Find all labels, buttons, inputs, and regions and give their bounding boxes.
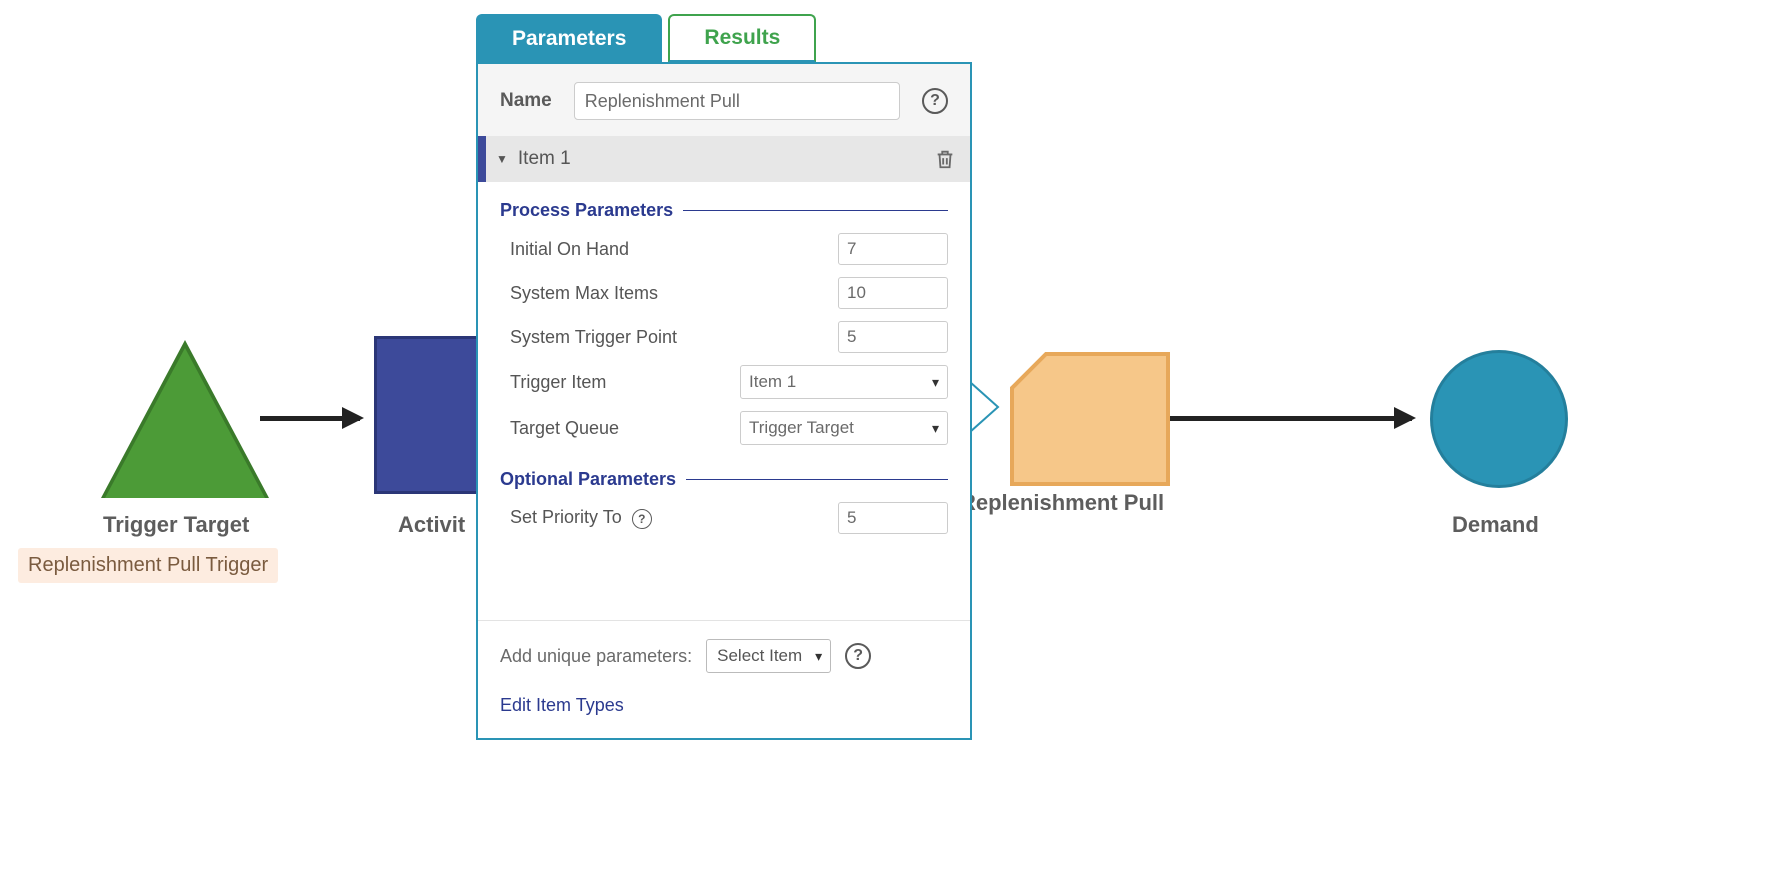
set-priority-row: Set Priority To ? bbox=[478, 496, 970, 540]
initial-on-hand-label: Initial On Hand bbox=[500, 239, 838, 260]
add-unique-label: Add unique parameters: bbox=[500, 646, 692, 667]
add-unique-select[interactable]: Select Item bbox=[706, 639, 831, 673]
trigger-item-select[interactable]: Item 1 bbox=[740, 365, 948, 399]
chevron-down-icon: ▼ bbox=[496, 152, 508, 166]
activity-node[interactable] bbox=[374, 336, 484, 494]
system-max-items-label: System Max Items bbox=[500, 283, 838, 304]
divider bbox=[686, 479, 948, 480]
trigger-target-node[interactable] bbox=[105, 348, 265, 498]
system-max-items-row: System Max Items bbox=[478, 271, 970, 315]
edit-item-types-link[interactable]: Edit Item Types bbox=[500, 695, 948, 716]
panel-pointer bbox=[970, 382, 1000, 432]
diagram-canvas: Trigger Target Replenishment Pull Trigge… bbox=[0, 0, 1792, 893]
demand-node[interactable] bbox=[1430, 350, 1568, 488]
name-row: Name ? bbox=[478, 64, 970, 136]
target-queue-select[interactable]: Trigger Target bbox=[740, 411, 948, 445]
arrow-pull-to-demand bbox=[1170, 416, 1412, 421]
set-priority-text: Set Priority To bbox=[510, 507, 622, 527]
tab-parameters[interactable]: Parameters bbox=[476, 14, 662, 62]
tab-parameters-label: Parameters bbox=[512, 27, 626, 51]
demand-label: Demand bbox=[1452, 512, 1539, 538]
name-help-icon[interactable]: ? bbox=[922, 88, 948, 114]
add-unique-placeholder: Select Item bbox=[717, 646, 802, 666]
trigger-target-badge: Replenishment Pull Trigger bbox=[18, 548, 278, 583]
system-trigger-point-input[interactable] bbox=[838, 321, 948, 353]
target-queue-row: Target Queue Trigger Target bbox=[478, 405, 970, 451]
add-unique-row: Add unique parameters: Select Item ? bbox=[500, 639, 948, 673]
initial-on-hand-input[interactable] bbox=[838, 233, 948, 265]
optional-parameters-header: Optional Parameters bbox=[478, 451, 970, 496]
process-parameters-header: Process Parameters bbox=[478, 182, 970, 227]
trigger-item-value: Item 1 bbox=[749, 372, 796, 392]
activity-label: Activit bbox=[398, 512, 465, 538]
set-priority-help-icon[interactable]: ? bbox=[632, 509, 652, 529]
trigger-item-row: Trigger Item Item 1 bbox=[478, 359, 970, 405]
panel-body: Name ? ▼ Item 1 Process Parameters Initi… bbox=[476, 62, 972, 740]
system-max-items-input[interactable] bbox=[838, 277, 948, 309]
set-priority-label: Set Priority To ? bbox=[500, 507, 838, 529]
system-trigger-point-row: System Trigger Point bbox=[478, 315, 970, 359]
name-label: Name bbox=[500, 90, 552, 112]
panel-footer: Add unique parameters: Select Item ? Edi… bbox=[478, 620, 970, 738]
tab-results[interactable]: Results bbox=[668, 14, 816, 62]
item-label: Item 1 bbox=[518, 148, 934, 170]
optional-parameters-title: Optional Parameters bbox=[500, 469, 676, 490]
trigger-target-label: Trigger Target bbox=[103, 512, 249, 538]
target-queue-value: Trigger Target bbox=[749, 418, 854, 438]
properties-panel: Parameters Results Name ? ▼ Item 1 Proce… bbox=[476, 14, 972, 740]
system-trigger-point-label: System Trigger Point bbox=[500, 327, 838, 348]
set-priority-input[interactable] bbox=[838, 502, 948, 534]
target-queue-label: Target Queue bbox=[500, 418, 740, 439]
tab-results-label: Results bbox=[704, 26, 780, 50]
trigger-item-label: Trigger Item bbox=[500, 372, 740, 393]
process-parameters-title: Process Parameters bbox=[500, 200, 673, 221]
panel-tabs: Parameters Results bbox=[476, 14, 972, 62]
initial-on-hand-row: Initial On Hand bbox=[478, 227, 970, 271]
replenishment-pull-node[interactable] bbox=[1010, 352, 1170, 486]
trash-icon[interactable] bbox=[934, 147, 956, 171]
replenishment-pull-label: Replenishment Pull bbox=[960, 490, 1164, 516]
add-unique-help-icon[interactable]: ? bbox=[845, 643, 871, 669]
item-header-row[interactable]: ▼ Item 1 bbox=[478, 136, 970, 182]
arrow-trigger-to-activity bbox=[260, 416, 360, 421]
name-input[interactable] bbox=[574, 82, 900, 120]
divider bbox=[683, 210, 948, 211]
